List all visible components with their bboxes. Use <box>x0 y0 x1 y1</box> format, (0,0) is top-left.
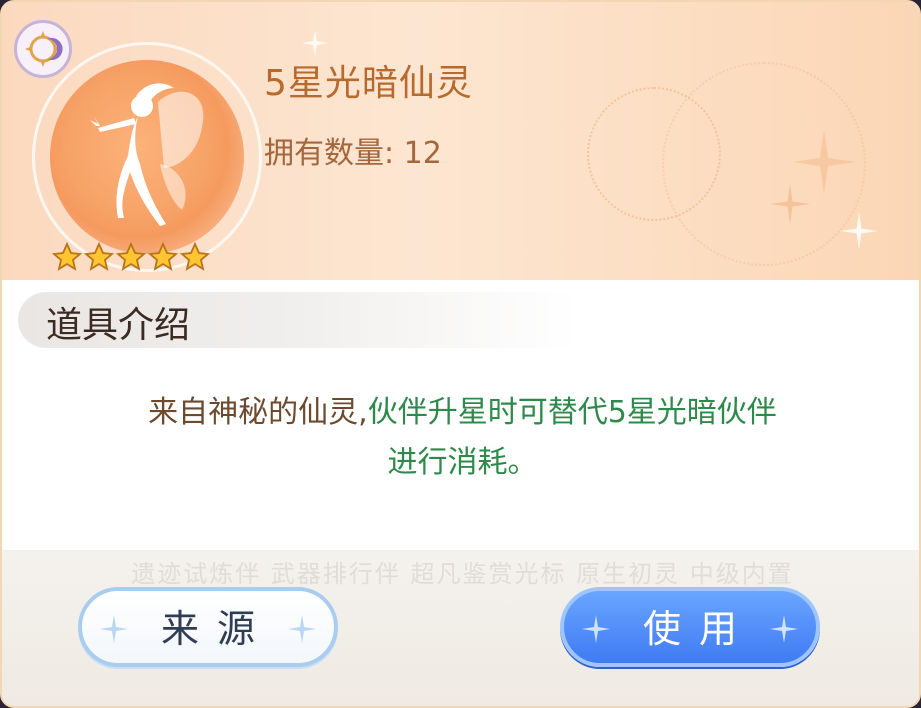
star-icon <box>116 242 146 271</box>
star-icon <box>84 242 114 271</box>
sparkle-icon <box>582 615 610 643</box>
sparkle-icon <box>288 615 316 643</box>
item-portrait <box>32 42 262 272</box>
item-header: 5星光暗仙灵 拥有数量: 12 <box>2 2 919 280</box>
source-button-label: 来源 <box>160 607 273 651</box>
section-title: 道具介绍 <box>46 305 191 346</box>
sparkle-icon <box>770 184 810 224</box>
description-part2: 伙伴升星时可替代5星光暗伙伴 <box>367 395 777 430</box>
sparkle-icon <box>100 615 128 643</box>
item-count-label: 拥有数量: <box>264 136 395 171</box>
source-button[interactable]: 来源 <box>78 587 338 667</box>
star-icon <box>52 242 82 271</box>
item-description: 来自神秘的仙灵,伙伴升星时可替代5星光暗伙伴 进行消耗。 <box>2 388 919 488</box>
item-count-value: 12 <box>403 136 442 171</box>
star-icon <box>148 242 178 271</box>
background-text: 遗迹试炼伴 武器排行伴 超凡鉴赏光标 原生初灵 中级内置 <box>131 560 794 588</box>
sparkle-icon <box>302 30 328 56</box>
star-icon <box>180 242 210 271</box>
element-badge <box>14 20 72 78</box>
use-button-label: 使用 <box>642 607 755 651</box>
sparkle-icon <box>840 212 878 250</box>
rarity-stars <box>52 242 210 272</box>
fairy-silhouette-icon <box>90 83 204 226</box>
moon-sun-icon <box>25 31 63 67</box>
use-button[interactable]: 使用 <box>560 587 820 667</box>
description-part3: 进行消耗。 <box>387 445 538 480</box>
item-detail-dialog: 5星光暗仙灵 拥有数量: 12 道具介绍 来自神秘的仙灵,伙伴升星时可替代5星光… <box>0 0 921 708</box>
item-count: 拥有数量: 12 <box>264 128 442 172</box>
description-part1: 来自神秘的仙灵, <box>148 395 368 430</box>
sparkle-icon <box>770 615 798 643</box>
item-name: 5星光暗仙灵 <box>264 63 473 104</box>
